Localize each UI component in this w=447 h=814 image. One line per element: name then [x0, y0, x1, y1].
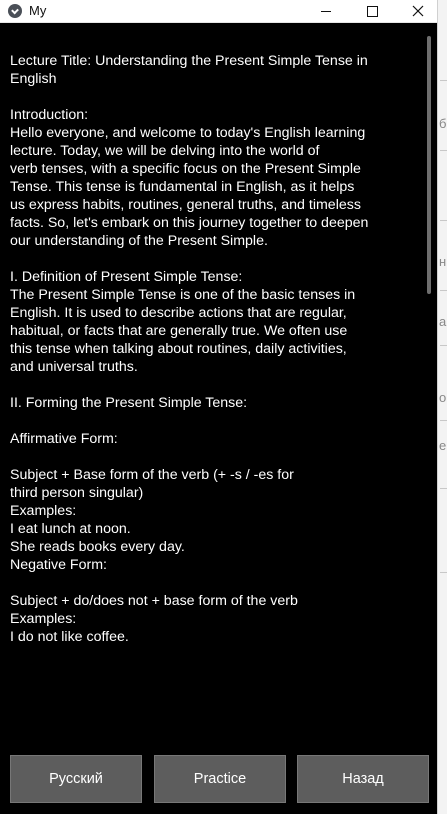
- background-divider: [440, 150, 447, 151]
- background-divider: [440, 345, 447, 346]
- maximize-icon: [366, 5, 378, 17]
- background-divider: [440, 290, 447, 291]
- scrollbar[interactable]: [427, 36, 431, 294]
- app-window: My Lecture Title: Understanding the Pres…: [0, 0, 437, 814]
- window-title: My: [29, 3, 47, 18]
- background-window-edge: б н а о е: [437, 0, 447, 814]
- back-button[interactable]: Назад: [297, 755, 429, 803]
- russian-button[interactable]: Русский: [10, 755, 142, 803]
- background-glyph: б: [439, 116, 447, 131]
- background-glyph: н: [439, 254, 447, 269]
- background-divider: [440, 420, 447, 421]
- background-divider: [440, 80, 447, 81]
- background-divider: [440, 488, 447, 489]
- background-divider: [440, 572, 447, 573]
- background-divider: [440, 220, 447, 221]
- background-glyph: е: [439, 438, 447, 453]
- practice-button[interactable]: Practice: [154, 755, 286, 803]
- background-glyph: о: [439, 390, 447, 405]
- close-button[interactable]: [395, 0, 441, 22]
- minimize-button[interactable]: [303, 0, 349, 22]
- maximize-button[interactable]: [349, 0, 395, 22]
- app-logo-icon: [8, 4, 22, 18]
- lecture-text: Lecture Title: Understanding the Present…: [10, 53, 369, 645]
- close-icon: [412, 5, 424, 17]
- minimize-icon: [321, 10, 331, 12]
- background-glyph: а: [439, 314, 447, 329]
- title-bar[interactable]: My: [0, 0, 437, 23]
